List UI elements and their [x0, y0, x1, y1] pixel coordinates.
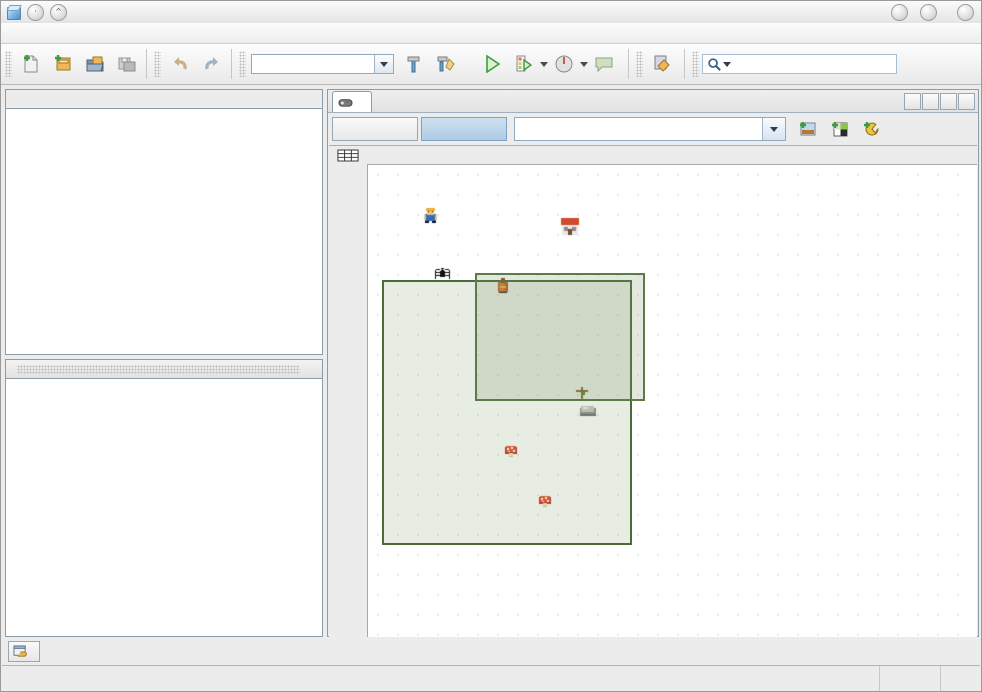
app-logo-icon: [6, 5, 21, 20]
layer-combo[interactable]: [514, 117, 786, 141]
grid-icon: [337, 149, 359, 161]
status-bar: [2, 665, 980, 691]
tab-next-button[interactable]: [922, 93, 939, 110]
editor-maximize-button[interactable]: [958, 93, 975, 110]
game-builder-toolbar: [328, 112, 978, 145]
editor-area: [327, 89, 979, 637]
debug-dropdown-arrow[interactable]: [540, 61, 548, 67]
run-icon[interactable]: [476, 48, 508, 80]
projects-panel: [5, 89, 323, 355]
status-progress-cell: [880, 666, 941, 691]
note-icon[interactable]: [588, 48, 620, 80]
save-all-icon[interactable]: [111, 48, 143, 80]
navigator-header: [6, 360, 322, 379]
add-tiledlayer-icon[interactable]: [792, 113, 824, 145]
toolbar-grip-5[interactable]: [692, 51, 699, 77]
gamedesign-file-icon: [338, 98, 353, 107]
vertical-ruler[interactable]: [329, 164, 368, 637]
horizontal-ruler[interactable]: [367, 146, 977, 165]
status-message-cell: [2, 666, 880, 691]
hammer-icon[interactable]: [398, 48, 430, 80]
profile-icon[interactable]: [548, 48, 580, 80]
design-grid[interactable]: [368, 165, 977, 637]
menu-bar: [1, 23, 981, 44]
new-file-icon[interactable]: [15, 48, 47, 80]
undo-icon[interactable]: [164, 48, 196, 80]
configuration-combo[interactable]: [251, 54, 394, 74]
tab-prev-button[interactable]: [904, 93, 921, 110]
document-tab-row: [328, 90, 978, 112]
tab-game-builder[interactable]: [421, 117, 507, 141]
close-button[interactable]: [957, 3, 974, 21]
toolbar-grip[interactable]: [5, 51, 12, 77]
projects-tabstrip: [6, 90, 322, 109]
debug-icon[interactable]: [508, 48, 540, 80]
search-input[interactable]: [702, 54, 897, 74]
design-canvas-area: [329, 145, 977, 637]
main-toolbar: [1, 44, 981, 85]
tab-source[interactable]: [332, 117, 418, 141]
document-tab-gamedesign[interactable]: [332, 91, 372, 112]
toolbar-grip-2[interactable]: [154, 51, 161, 77]
title-bar: · ^: [1, 1, 981, 24]
chevron-down-icon[interactable]: [374, 55, 393, 73]
netbeans-window: · ^: [0, 0, 982, 692]
tab-list-button[interactable]: [940, 93, 957, 110]
window-controls: [885, 3, 981, 21]
titlebar-shade-button[interactable]: ^: [50, 3, 67, 21]
add-sprite-icon[interactable]: [856, 113, 888, 145]
active-layer-rect[interactable]: [475, 273, 645, 401]
tab-controls: [904, 93, 978, 112]
open-project-icon[interactable]: [79, 48, 111, 80]
toolbar-grip-4[interactable]: [636, 51, 643, 77]
navigator-panel: [5, 359, 323, 637]
output-window-button[interactable]: [8, 641, 40, 662]
output-icon: [13, 644, 27, 657]
navigator-drag-dots[interactable]: [17, 364, 300, 374]
redo-icon[interactable]: [196, 48, 228, 80]
project-tree: [6, 109, 322, 114]
new-project-icon[interactable]: [47, 48, 79, 80]
ruler-origin-button[interactable]: [329, 146, 368, 165]
toolbar-grip-3[interactable]: [239, 51, 246, 77]
edit-tiles-icon[interactable]: [824, 113, 856, 145]
search-icon: [708, 57, 721, 71]
titlebar-dot-button[interactable]: ·: [27, 3, 44, 21]
minimize-button[interactable]: [891, 3, 908, 21]
device-manager-icon[interactable]: [646, 48, 678, 80]
profile-dropdown-arrow[interactable]: [580, 61, 588, 67]
maximize-button[interactable]: [920, 3, 937, 21]
chevron-down-icon[interactable]: [762, 118, 785, 140]
hammer-broom-icon[interactable]: [430, 48, 462, 80]
